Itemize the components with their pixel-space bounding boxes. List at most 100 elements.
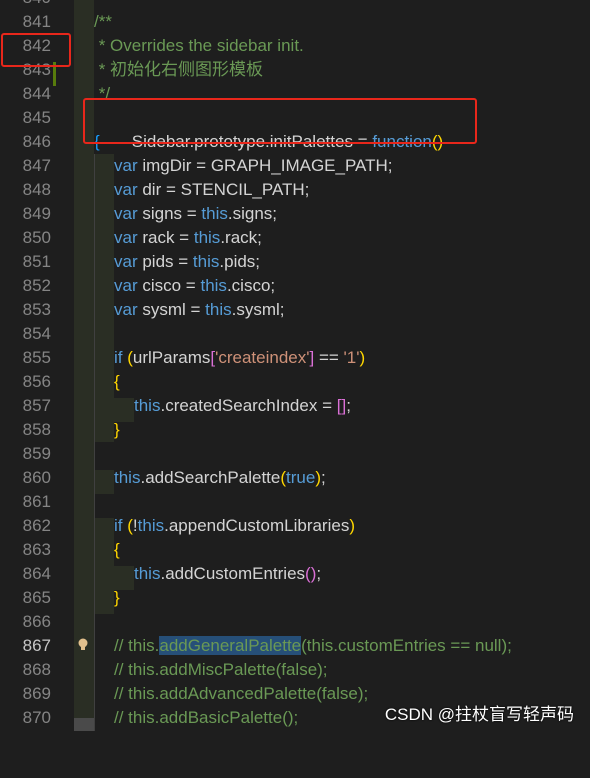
- horizontal-scrollbar[interactable]: [74, 718, 94, 731]
- this-keyword: this: [193, 228, 221, 247]
- statement-text: ;: [321, 468, 326, 487]
- code-line-847: var imgDir = GRAPH_IMAGE_PATH;: [74, 154, 590, 178]
- line-number: 867: [22, 636, 51, 655]
- bracket: {: [114, 372, 120, 391]
- line-number: 866: [22, 612, 51, 631]
- statement-text: ;: [346, 396, 351, 415]
- line-number: 861: [22, 492, 51, 511]
- code-line-858: }: [74, 418, 590, 442]
- this-keyword: this: [137, 516, 165, 535]
- if-keyword: if: [114, 348, 123, 367]
- code-line-855: if (urlParams['createindex'] == '1'): [74, 346, 590, 370]
- statement-text: .addSearchPalette: [140, 468, 281, 487]
- statement-text: pids =: [137, 252, 193, 271]
- statement-text: .pids;: [219, 252, 261, 271]
- code-line-860: this.addSearchPalette(true);: [74, 466, 590, 490]
- bracket: ): [359, 348, 366, 367]
- this-keyword: this: [134, 564, 161, 583]
- bracket: (): [305, 564, 317, 583]
- line-number: 865: [22, 588, 51, 607]
- code-line-843: * 初始化右侧图形模板: [74, 58, 590, 82]
- statement-text: signs =: [137, 204, 202, 223]
- code-line-862: if (!this.appendCustomLibraries): [74, 514, 590, 538]
- statement-text: .rack;: [220, 228, 262, 247]
- comment-text: * Overrides the sidebar init.: [94, 36, 304, 55]
- statement-text: dir = STENCIL_PATH;: [137, 180, 310, 199]
- lightbulb-icon[interactable]: [77, 638, 89, 652]
- code-line-848: var dir = STENCIL_PATH;: [74, 178, 590, 202]
- line-number: 870: [22, 708, 51, 727]
- statement-text: .appendCustomLibraries: [164, 516, 350, 535]
- this-keyword: this: [114, 468, 141, 487]
- if-keyword: if: [114, 516, 123, 535]
- line-number: 858: [22, 420, 51, 439]
- this-keyword: this: [205, 300, 232, 319]
- operator: ==: [314, 348, 344, 367]
- code-line-864: this.addCustomEntries();: [74, 562, 590, 586]
- code-line-849: var signs = this.signs;: [74, 202, 590, 226]
- code-editor[interactable]: 8408418428438448458468478488498508518528…: [0, 0, 590, 731]
- statement-text: .cisco;: [226, 276, 276, 295]
- code-line-852: var cisco = this.cisco;: [74, 274, 590, 298]
- var-keyword: var: [114, 156, 138, 175]
- bracket: }: [114, 420, 120, 439]
- line-number: 855: [22, 348, 51, 367]
- line-number: 850: [22, 228, 51, 247]
- comment-text: // this.addAdvancedPalette(false);: [114, 684, 369, 703]
- line-number: 847: [22, 156, 51, 175]
- statement-text: .createdSearchIndex =: [160, 396, 337, 415]
- line-number: 857: [22, 396, 51, 415]
- line-number: 852: [22, 276, 51, 295]
- comment-text: // this.addMiscPalette(false);: [114, 660, 328, 679]
- code-line-842: * Overrides the sidebar init.: [74, 34, 590, 58]
- this-keyword: this: [192, 252, 220, 271]
- var-keyword: var: [114, 276, 138, 295]
- line-number: 859: [22, 444, 51, 463]
- line-number: 848: [22, 180, 51, 199]
- line-number: 868: [22, 660, 51, 679]
- bracket: }: [114, 588, 120, 607]
- comment-text: // this.addBasicPalette();: [114, 708, 299, 727]
- bracket: []: [336, 396, 347, 415]
- var-keyword: var: [114, 180, 138, 199]
- statement-text: imgDir = GRAPH_IMAGE_PATH;: [137, 156, 393, 175]
- statement-text: .sysml;: [231, 300, 285, 319]
- code-line-856: {: [74, 370, 590, 394]
- line-number: 853: [22, 300, 51, 319]
- comment-text: (this.customEntries == null);: [301, 636, 512, 655]
- var-keyword: var: [114, 204, 138, 223]
- code-line-851: var pids = this.pids;: [74, 250, 590, 274]
- this-keyword: this: [134, 396, 161, 415]
- line-number-gutter: 8408418428438448458468478488498508518528…: [0, 0, 74, 731]
- statement-text: rack =: [137, 228, 194, 247]
- line-number: 860: [22, 468, 51, 487]
- line-number: 844: [22, 84, 51, 103]
- line-number: 841: [22, 12, 51, 31]
- statement-text: ;: [316, 564, 322, 583]
- line-number: 840: [0, 0, 51, 10]
- var-keyword: var: [114, 252, 138, 271]
- selected-text: addGeneralPalette: [159, 636, 302, 655]
- code-line-868: // this.addMiscPalette(false);: [74, 658, 590, 682]
- statement-text: cisco =: [137, 276, 201, 295]
- statement-text: sysml =: [137, 300, 206, 319]
- string-literal: 'createindex': [215, 348, 310, 367]
- bracket: {: [114, 540, 120, 559]
- comment-text: /**: [94, 12, 112, 31]
- boolean-literal: true: [286, 468, 316, 487]
- this-keyword: this: [200, 276, 227, 295]
- highlight-box-line-number: [1, 33, 71, 67]
- line-number: 869: [22, 684, 51, 703]
- string-literal: '1': [343, 348, 360, 367]
- line-number: 854: [22, 324, 51, 343]
- line-number: 864: [22, 564, 51, 583]
- line-number: 862: [22, 516, 51, 535]
- code-line-841: /**: [74, 10, 590, 34]
- this-keyword: this: [201, 204, 228, 223]
- code-line-853: var sysml = this.sysml;: [74, 298, 590, 322]
- watermark: CSDN @拄杖盲写轻声码: [384, 705, 574, 724]
- bracket: ): [349, 516, 355, 535]
- var-keyword: var: [114, 228, 138, 247]
- var-keyword: var: [114, 300, 138, 319]
- statement-text: .signs;: [227, 204, 278, 223]
